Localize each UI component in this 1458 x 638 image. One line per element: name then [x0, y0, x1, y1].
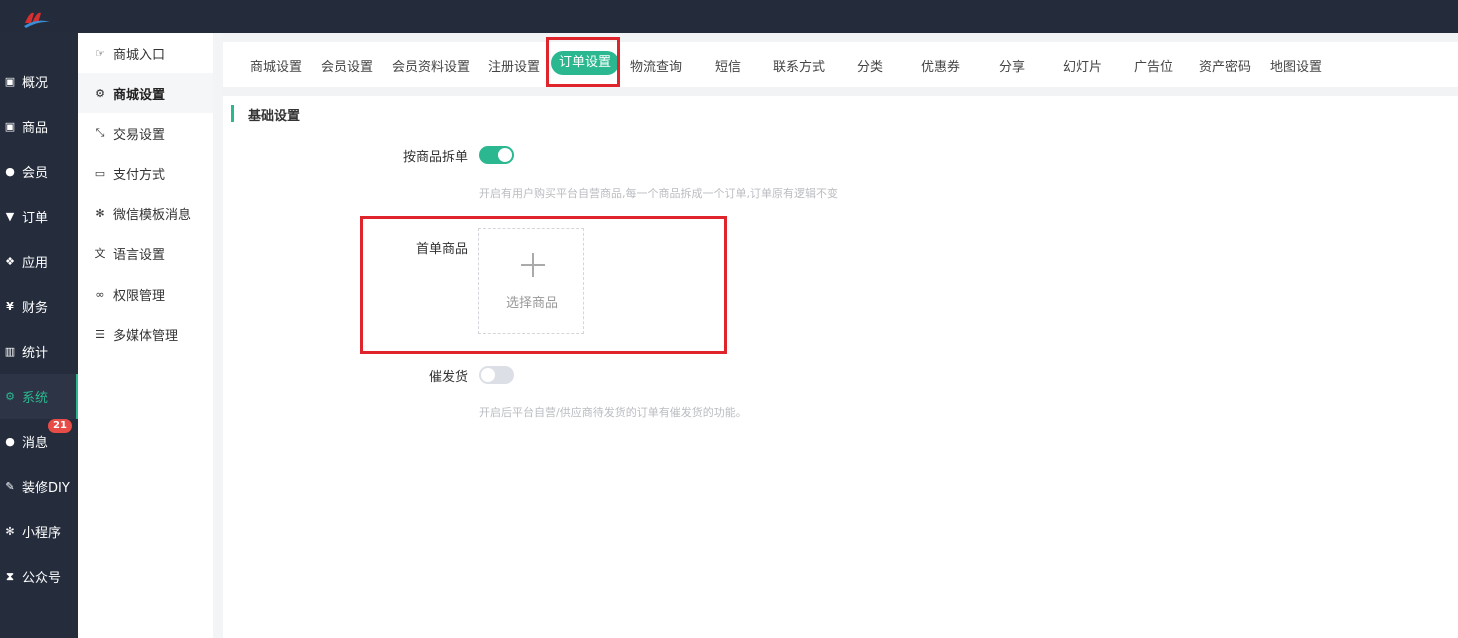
translate-icon: 文	[94, 247, 106, 260]
section-title: 基础设置	[248, 109, 301, 124]
tab-member-profile-settings[interactable]: 会员资料设置	[392, 56, 470, 76]
subnav-media[interactable]: ☰ 多媒体管理	[78, 314, 213, 354]
section-marker	[231, 105, 234, 122]
tab-asset-password[interactable]: 资产密码	[1199, 56, 1251, 76]
sidebar-item-label: 商品	[22, 121, 49, 136]
column-divider	[213, 33, 223, 638]
hourglass-icon: ⧗	[6, 569, 14, 583]
subnav-language[interactable]: 文 语言设置	[78, 233, 213, 273]
mask-icon: ∞	[95, 287, 105, 301]
message-count-badge: 21	[48, 419, 72, 433]
urge-shipment-help: 开启后平台自营/供应商待发货的订单有催发货的功能。	[479, 406, 747, 419]
sidebar-item-label: 概况	[22, 76, 49, 91]
tab-category[interactable]: 分类	[857, 56, 883, 76]
tab-coupon[interactable]: 优惠券	[921, 56, 960, 76]
users-icon: ●	[5, 165, 15, 178]
subnav-label: 支付方式	[113, 167, 166, 183]
tab-ad-slot[interactable]: 广告位	[1134, 56, 1173, 76]
tab-mall-settings[interactable]: 商城设置	[250, 56, 302, 76]
subnav-mall-settings[interactable]: ⚙ 商城设置	[78, 73, 213, 113]
box-icon: ▣	[4, 120, 16, 133]
dashboard-icon: ▣	[4, 75, 16, 88]
chart-icon: ▥	[4, 345, 16, 358]
tab-register-settings[interactable]: 注册设置	[488, 56, 540, 76]
urge-shipment-toggle[interactable]	[479, 366, 514, 384]
tab-member-settings[interactable]: 会员设置	[321, 56, 373, 76]
tabs-row: 商城设置 会员设置 会员资料设置 注册设置 订单设置 物流查询 短信 联系方式 …	[223, 42, 1458, 87]
subnav-label: 商城设置	[113, 87, 166, 103]
sidebar-item-goods[interactable]: ▣ 商品	[0, 104, 78, 149]
highlight-box-tab	[546, 37, 620, 87]
apps-icon: ❖	[5, 255, 15, 268]
sidebar-item-messages[interactable]: ● 消息 21	[0, 419, 78, 464]
subnav-label: 权限管理	[113, 288, 166, 304]
sidebar-item-finance[interactable]: ¥ 财务	[0, 284, 78, 329]
tab-share[interactable]: 分享	[999, 56, 1025, 76]
sidebar-item-label: 财务	[22, 301, 49, 316]
tab-sms[interactable]: 短信	[715, 56, 741, 76]
yen-icon: ¥	[6, 300, 14, 313]
sidebar-item-stats[interactable]: ▥ 统计	[0, 329, 78, 374]
tab-logistics-query[interactable]: 物流查询	[630, 56, 682, 76]
split-order-toggle[interactable]	[479, 146, 514, 164]
wechat-icon: ✻	[95, 206, 105, 220]
sidebar-item-system[interactable]: ⚙ 系统	[0, 374, 78, 419]
subnav-payment-methods[interactable]: ▭ 支付方式	[78, 153, 213, 193]
sidebar-item-label: 会员	[22, 166, 49, 181]
chat-icon: ●	[5, 435, 15, 448]
subnav-mall-entry[interactable]: ☞ 商城入口	[78, 33, 213, 73]
logo-icon[interactable]	[22, 9, 52, 29]
tab-map-settings[interactable]: 地图设置	[1270, 56, 1322, 76]
sidebar-item-label: 订单	[22, 211, 49, 226]
arrows-icon: ⤡	[95, 126, 105, 139]
hand-point-icon: ☞	[95, 46, 105, 60]
split-order-help: 开启有用户购买平台自营商品,每一个商品拆成一个订单,订单原有逻辑不变	[479, 187, 838, 200]
sidebar-item-members[interactable]: ● 会员	[0, 149, 78, 194]
sidebar-item-label: 公众号	[22, 571, 62, 586]
sidebar-item-orders[interactable]: ▼ 订单	[0, 194, 78, 239]
main-sidebar: ▣ 概况 ▣ 商品 ● 会员 ▼ 订单 ❖ 应用 ¥ 财务 ▥ 统计 ⚙ 系统 …	[0, 33, 78, 638]
sidebar-item-label: 统计	[22, 346, 49, 361]
sidebar-item-label: 应用	[22, 256, 49, 271]
sidebar-item-label: 系统	[22, 391, 49, 406]
sidebar-item-apps[interactable]: ❖ 应用	[0, 239, 78, 284]
credit-card-icon: ▭	[94, 166, 106, 180]
tabs-bar: 商城设置 会员设置 会员资料设置 注册设置 订单设置 物流查询 短信 联系方式 …	[223, 33, 1458, 96]
list-icon: ☰	[95, 327, 105, 341]
subnav-trade-settings[interactable]: ⤡ 交易设置	[78, 113, 213, 153]
sidebar-item-label: 装修DIY	[22, 481, 70, 496]
urge-shipment-label: 催发货	[428, 370, 468, 385]
gears-icon: ⚙	[5, 390, 15, 403]
sidebar-item-miniprogram[interactable]: ✻ 小程序	[0, 509, 78, 554]
subnav-label: 语言设置	[113, 247, 166, 263]
wechat-icon: ✻	[5, 525, 15, 538]
sub-sidebar: ☞ 商城入口 ⚙ 商城设置 ⤡ 交易设置 ▭ 支付方式 ✻ 微信模板消息 文 语…	[78, 33, 213, 638]
highlight-box-first-product	[360, 216, 727, 354]
subnav-label: 商城入口	[113, 47, 166, 63]
tab-slideshow[interactable]: 幻灯片	[1063, 56, 1102, 76]
subnav-wechat-template[interactable]: ✻ 微信模板消息	[78, 193, 213, 233]
tab-contact[interactable]: 联系方式	[773, 56, 825, 76]
split-order-label: 按商品拆单	[402, 150, 468, 165]
cart-icon: ▼	[5, 210, 15, 223]
sidebar-item-overview[interactable]: ▣ 概况	[0, 59, 78, 104]
subnav-permissions[interactable]: ∞ 权限管理	[78, 274, 213, 314]
subnav-label: 多媒体管理	[113, 328, 179, 344]
toggle-knob	[498, 148, 512, 162]
sidebar-item-decoration[interactable]: ✎ 装修DIY	[0, 464, 78, 509]
sidebar-item-label: 小程序	[22, 526, 62, 541]
top-bar	[0, 0, 1458, 33]
gear-icon: ⚙	[95, 86, 105, 100]
subnav-label: 微信模板消息	[113, 207, 192, 223]
sidebar-item-official-account[interactable]: ⧗ 公众号	[0, 554, 78, 599]
toggle-knob	[481, 368, 495, 382]
sidebar-item-label: 消息	[22, 436, 49, 451]
brush-icon: ✎	[5, 480, 15, 493]
subnav-label: 交易设置	[113, 127, 166, 143]
